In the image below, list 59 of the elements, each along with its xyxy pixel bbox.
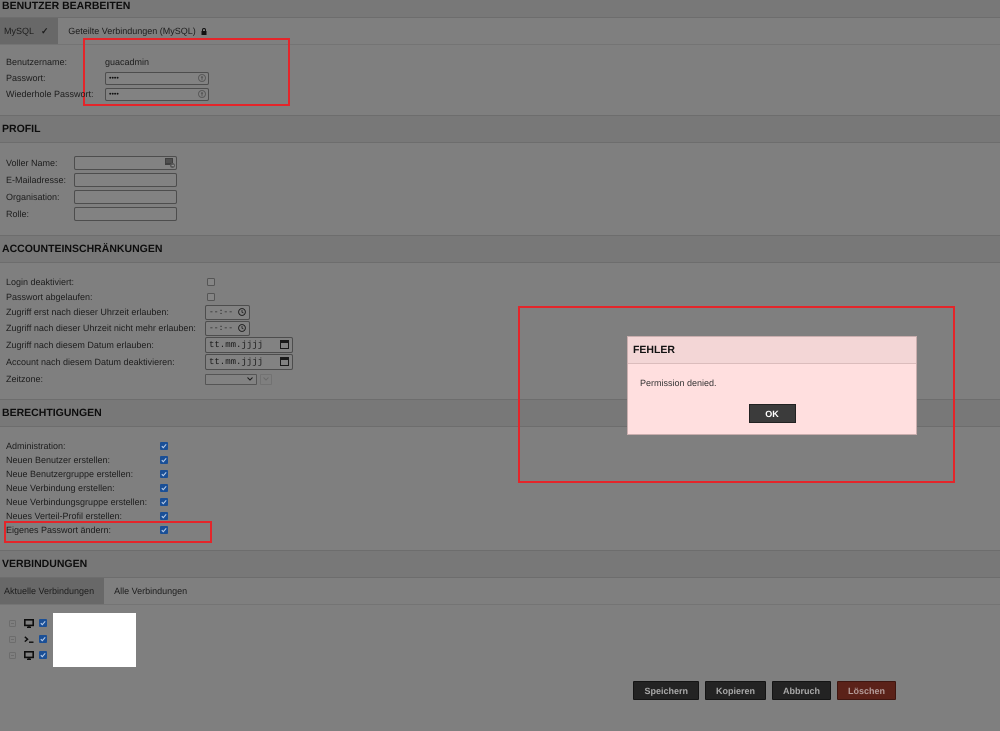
input-field[interactable] [74, 172, 177, 186]
tab[interactable]: Alle Verbindungen [110, 578, 198, 604]
field-label: E-Mailadresse: [6, 174, 68, 184]
input-field[interactable] [74, 206, 177, 220]
field-label: Zugriff nach diesem Datum erlauben: [6, 340, 155, 350]
permission-label: Neuen Benutzer erstellen: [6, 455, 112, 465]
clock-icon [238, 308, 246, 316]
tab[interactable]: Aktuelle Verbindungen [0, 578, 104, 604]
terminal-icon [24, 636, 34, 642]
permission-label: Neue Verbindung erstellen: [6, 483, 116, 493]
permission-label: Eigenes Passwort ändern: [6, 525, 112, 535]
action-button[interactable]: Speichern [633, 681, 699, 700]
field-label: Voller Name: [6, 158, 59, 168]
calendar-icon [280, 357, 289, 366]
chevron-down-icon [247, 377, 253, 381]
permission-label: Neue Verbindungsgruppe erstellen: [6, 497, 148, 507]
section-header: PROFIL [0, 115, 1000, 143]
monitor-icon [24, 650, 34, 660]
monitor-icon [24, 618, 34, 628]
time-field[interactable]: --:-- [205, 320, 250, 336]
keyhole-icon [198, 74, 206, 82]
tab[interactable]: Geteilte Verbindungen (MySQL) [64, 18, 216, 44]
field-label: Organisation: [6, 192, 61, 202]
checkbox[interactable] [207, 292, 215, 300]
delete-button[interactable]: Löschen [836, 681, 896, 700]
tab[interactable]: MySQL ✓ [0, 18, 58, 44]
field-label: Login deaktiviert: [6, 276, 76, 286]
checkbox[interactable] [207, 278, 215, 286]
input-field[interactable] [74, 190, 177, 204]
select-field[interactable] [205, 374, 257, 384]
ok-button[interactable]: OK [748, 404, 796, 423]
field-label: Passwort: [6, 73, 47, 83]
permission-label: Administration: [6, 441, 67, 451]
dialog-title: FEHLER [628, 337, 916, 364]
field-label: Zugriff nach dieser Uhrzeit nicht mehr erlauben: [6, 323, 197, 333]
time-field[interactable]: --:-- [205, 304, 250, 320]
lock-icon [200, 28, 207, 35]
section-header: BENUTZER BEARBEITEN [0, 0, 1000, 18]
contact-card-icon [165, 158, 175, 168]
field-label: Zeitzone: [6, 374, 44, 384]
field-label: Account nach diesem Datum deaktivieren: [6, 356, 176, 366]
field-label: Passwort abgelaufen: [6, 292, 94, 302]
section-header: VERBINDUNGEN [0, 550, 1000, 578]
permission-label: Neue Benutzergruppe erstellen: [6, 469, 134, 479]
section-header: ACCOUNTEINSCHRÄNKUNGEN [0, 235, 1000, 263]
keyhole-icon [198, 90, 206, 98]
date-field[interactable]: tt.mm.jjjj [205, 336, 293, 352]
username-value: guacadmin [105, 57, 150, 67]
calendar-icon [280, 340, 289, 349]
field-label: Rolle: [6, 208, 30, 218]
action-button[interactable]: Kopieren [704, 681, 766, 700]
input-field[interactable] [74, 156, 177, 170]
dialog-message: Permission denied. [640, 377, 718, 389]
clock-icon [238, 324, 246, 332]
date-field[interactable]: tt.mm.jjjj [205, 354, 293, 370]
action-button[interactable]: Abbruch [772, 681, 831, 700]
field-label: Benutzername: [6, 57, 68, 67]
field-label: Zugriff erst nach dieser Uhrzeit erlauben: [6, 307, 170, 317]
permission-label: Neues Verteil-Profil erstellen: [6, 511, 124, 521]
